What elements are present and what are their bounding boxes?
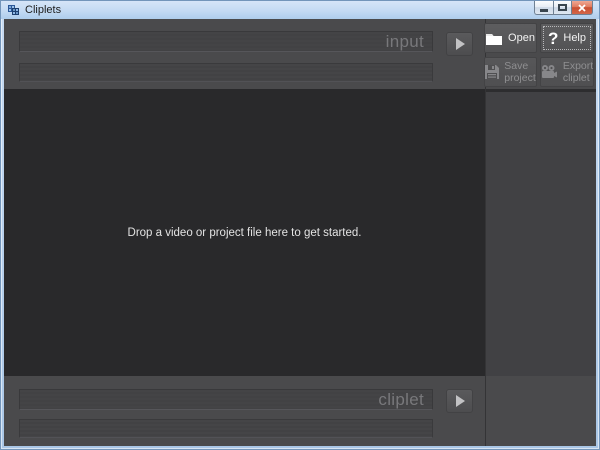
question-mark-icon: ? xyxy=(548,30,558,47)
play-icon xyxy=(454,394,466,408)
folder-icon xyxy=(486,32,503,45)
cliplet-timeline-track[interactable]: cliplet xyxy=(19,389,433,410)
input-label: input xyxy=(386,33,424,50)
close-icon xyxy=(578,4,586,12)
film-camera-icon xyxy=(541,65,558,79)
window-title: Cliplets xyxy=(25,5,61,16)
cliplet-scrubber-track[interactable] xyxy=(19,419,433,438)
cliplet-label: cliplet xyxy=(378,391,424,408)
cliplet-play-button[interactable] xyxy=(446,389,473,413)
cliplets-app-icon xyxy=(8,4,20,16)
close-button[interactable] xyxy=(572,1,593,15)
play-icon xyxy=(454,37,466,51)
input-timeline-track[interactable]: input xyxy=(19,31,433,52)
open-button-label: Open xyxy=(508,32,535,44)
help-button[interactable]: ? Help xyxy=(540,23,594,53)
input-scrubber-track[interactable] xyxy=(19,63,433,82)
minimize-button[interactable] xyxy=(534,1,553,15)
save-button-label: Save project xyxy=(504,60,536,84)
open-button[interactable]: Open xyxy=(484,23,537,53)
export-cliplet-button[interactable]: Export cliplet xyxy=(540,57,594,87)
maximize-button[interactable] xyxy=(553,1,572,15)
floppy-disk-icon xyxy=(485,65,499,79)
titlebar: Cliplets xyxy=(1,1,599,19)
input-play-button[interactable] xyxy=(446,32,473,56)
drop-canvas[interactable]: Drop a video or project file here to get… xyxy=(4,89,485,376)
maximize-icon xyxy=(558,4,567,11)
help-button-label: Help xyxy=(563,32,586,44)
main-content: input Drop a video or project file here … xyxy=(4,19,596,446)
export-button-label: Export cliplet xyxy=(563,60,593,84)
save-project-button[interactable]: Save project xyxy=(484,57,537,87)
layers-panel xyxy=(486,89,596,376)
drop-message: Drop a video or project file here to get… xyxy=(128,227,362,239)
cliplets-window: Cliplets input xyxy=(0,0,600,450)
minimize-icon xyxy=(540,9,548,12)
window-controls xyxy=(534,1,593,15)
